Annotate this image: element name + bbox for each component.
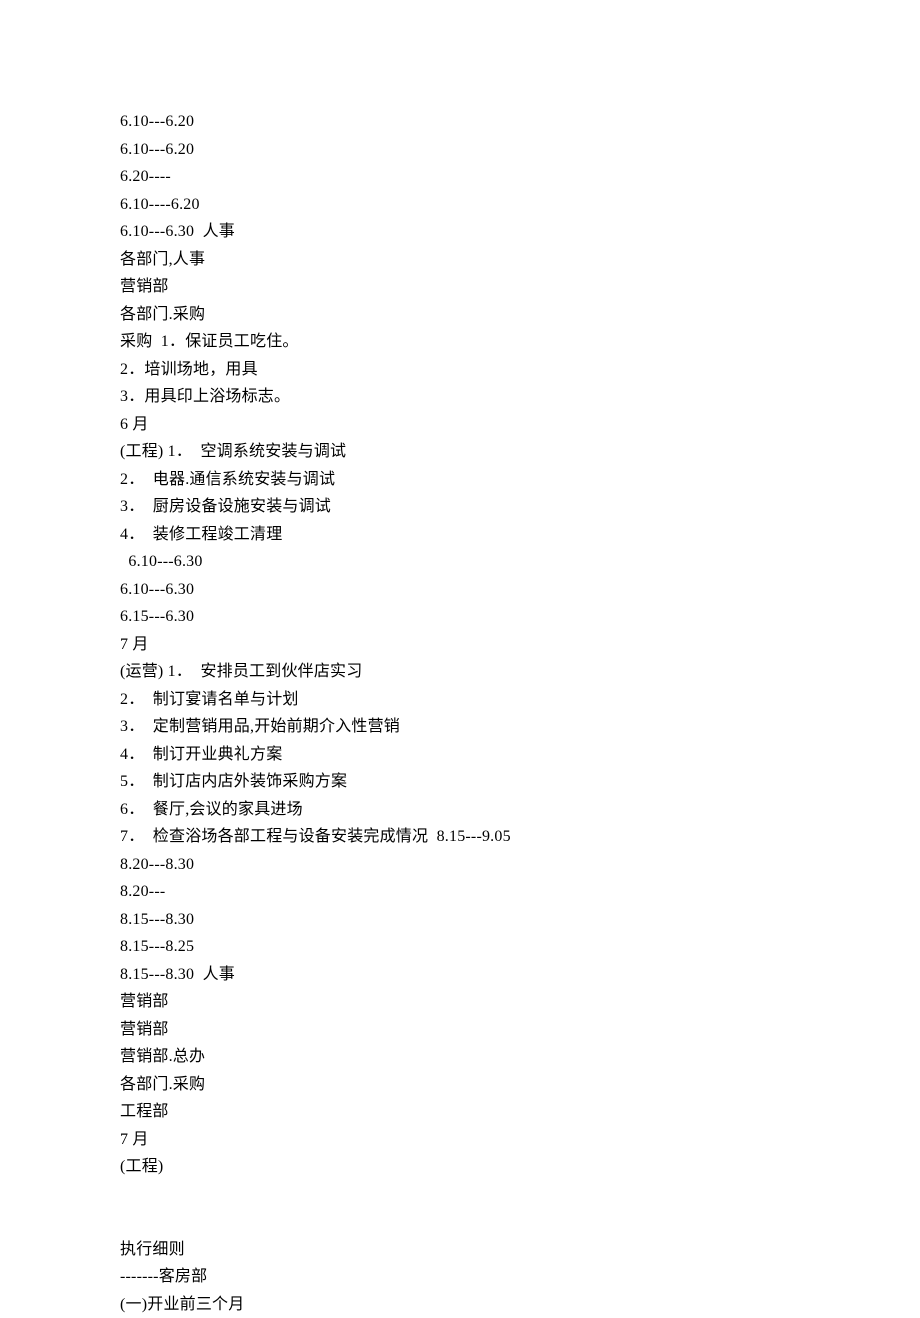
text-line: 6.15---6.30	[120, 603, 920, 631]
text-line: 3．用具印上浴场标志。	[120, 383, 920, 411]
text-line: 6.10---6.30 人事	[120, 218, 920, 246]
text-line: (运营) 1． 安排员工到伙伴店实习	[120, 658, 920, 686]
text-line: 7． 检查浴场各部工程与设备安装完成情况 8.15---9.05	[120, 823, 920, 851]
text-line: 5． 制订店内店外装饰采购方案	[120, 768, 920, 796]
blank-line	[120, 1181, 920, 1209]
text-line: 4． 装修工程竣工清理	[120, 521, 920, 549]
text-line: 8.15---8.30	[120, 906, 920, 934]
text-line: 4． 制订开业典礼方案	[120, 741, 920, 769]
text-line: 6.20----	[120, 163, 920, 191]
text-line: 3． 定制营销用品,开始前期介入性营销	[120, 713, 920, 741]
text-line: 8.15---8.25	[120, 933, 920, 961]
text-line: 各部门,人事	[120, 246, 920, 274]
text-line: 7 月	[120, 1126, 920, 1154]
text-line: (工程) 1． 空调系统安装与调试	[120, 438, 920, 466]
text-line: 2．培训场地，用具	[120, 356, 920, 384]
text-line: (工程)	[120, 1153, 920, 1181]
text-line: 6.10---6.20	[120, 108, 920, 136]
text-line: 2． 电器.通信系统安装与调试	[120, 466, 920, 494]
text-line: 6 月	[120, 411, 920, 439]
text-line: 6.10----6.20	[120, 191, 920, 219]
text-line: 工程部	[120, 1098, 920, 1126]
text-line: 8.15---8.30 人事	[120, 961, 920, 989]
document-page: 6.10---6.20 6.10---6.20 6.20---- 6.10---…	[0, 0, 920, 1318]
text-line: 8.20---8.30	[120, 851, 920, 879]
text-line: 6.10---6.30	[120, 576, 920, 604]
text-line: 6． 餐厅,会议的家具进场	[120, 796, 920, 824]
text-line: 执行细则	[120, 1236, 920, 1264]
text-line: 营销部	[120, 988, 920, 1016]
text-line: (一)开业前三个月	[120, 1291, 920, 1318]
text-line: 6.10---6.30	[120, 548, 920, 576]
text-line: 8.20---	[120, 878, 920, 906]
text-line: 营销部	[120, 1016, 920, 1044]
text-line: 6.10---6.20	[120, 136, 920, 164]
blank-line	[120, 1208, 920, 1236]
text-line: 7 月	[120, 631, 920, 659]
text-line: 营销部.总办	[120, 1043, 920, 1071]
text-line: 3． 厨房设备设施安装与调试	[120, 493, 920, 521]
text-line: 2． 制订宴请名单与计划	[120, 686, 920, 714]
text-line: 采购 1．保证员工吃住。	[120, 328, 920, 356]
text-line: 营销部	[120, 273, 920, 301]
text-line: 各部门.采购	[120, 301, 920, 329]
text-line: 各部门.采购	[120, 1071, 920, 1099]
text-line: -------客房部	[120, 1263, 920, 1291]
